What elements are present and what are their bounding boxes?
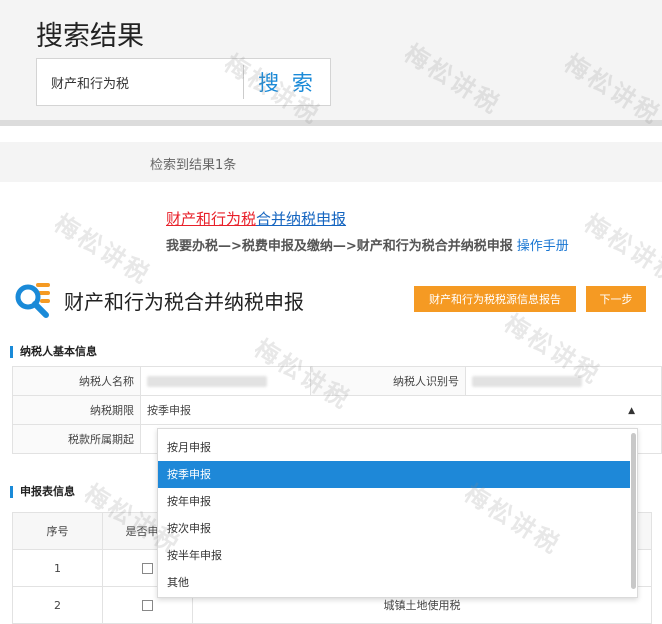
- form-title: 财产和行为税合并纳税申报: [64, 290, 304, 314]
- next-step-button[interactable]: 下一步: [586, 286, 646, 312]
- period-select-value: 按季申报: [147, 404, 191, 417]
- declare-checkbox[interactable]: [142, 600, 153, 611]
- result-count: 检索到结果1条: [150, 158, 237, 173]
- taxpayer-name-label: 纳税人名称: [12, 366, 141, 396]
- period-dropdown-list: 按月申报 按季申报 按年申报 按次申报 按半年申报 其他: [157, 428, 638, 598]
- dropdown-option-per-time[interactable]: 按次申报: [158, 515, 630, 542]
- divider: [0, 120, 662, 126]
- dropdown-option-half-year[interactable]: 按半年申报: [158, 542, 630, 569]
- row-index: 1: [12, 549, 103, 587]
- dropdown-scrollbar[interactable]: [631, 433, 636, 589]
- result-title-link[interactable]: 财产和行为税合并纳税申报: [166, 208, 346, 229]
- result-title-highlight[interactable]: 财产和行为税: [166, 210, 256, 228]
- section-title-basic: 纳税人基本信息: [10, 346, 97, 358]
- taxpayer-id-value: [465, 366, 662, 396]
- search-document-icon: [15, 283, 50, 318]
- section-title-declaration: 申报表信息: [10, 486, 75, 498]
- result-path-text: 我要办税—>税费申报及缴纳—>财产和行为税合并纳税申报: [166, 239, 513, 254]
- result-path: 我要办税—>税费申报及缴纳—>财产和行为税合并纳税申报 操作手册: [166, 235, 569, 254]
- tax-period-start-label: 税款所属期起: [12, 424, 141, 454]
- taxpayer-name-value: [140, 366, 311, 396]
- chevron-up-icon: ▲: [628, 406, 635, 416]
- table-row: 纳税人名称 纳税人识别号: [12, 366, 662, 396]
- manual-link[interactable]: 操作手册: [517, 239, 569, 254]
- declare-checkbox[interactable]: [142, 563, 153, 574]
- search-button[interactable]: 搜 索: [244, 59, 330, 105]
- search-panel: 搜索结果 搜 索: [0, 0, 662, 120]
- watermark: 梅松讲税: [579, 209, 662, 291]
- dropdown-option-quarterly[interactable]: 按季申报: [158, 461, 630, 488]
- search-box: 搜 索: [36, 58, 331, 106]
- period-label: 纳税期限: [12, 395, 141, 425]
- dropdown-option-other[interactable]: 其他: [158, 569, 630, 596]
- watermark: 梅松讲税: [49, 209, 156, 291]
- table-row: 纳税期限 按季申报 ▲: [12, 395, 662, 425]
- dropdown-option-yearly[interactable]: 按年申报: [158, 488, 630, 515]
- col-header-index: 序号: [12, 512, 103, 550]
- result-count-bar: 检索到结果1条: [0, 142, 662, 182]
- row-index: 2: [12, 586, 103, 624]
- source-info-report-button[interactable]: 财产和行为税税源信息报告: [414, 286, 576, 312]
- period-select[interactable]: 按季申报 ▲: [140, 395, 662, 425]
- page-title: 搜索结果: [36, 21, 144, 52]
- taxpayer-id-label: 纳税人识别号: [310, 366, 466, 396]
- search-input[interactable]: [37, 59, 242, 105]
- dropdown-option-monthly[interactable]: 按月申报: [158, 434, 630, 461]
- result-title-rest[interactable]: 合并纳税申报: [256, 210, 346, 228]
